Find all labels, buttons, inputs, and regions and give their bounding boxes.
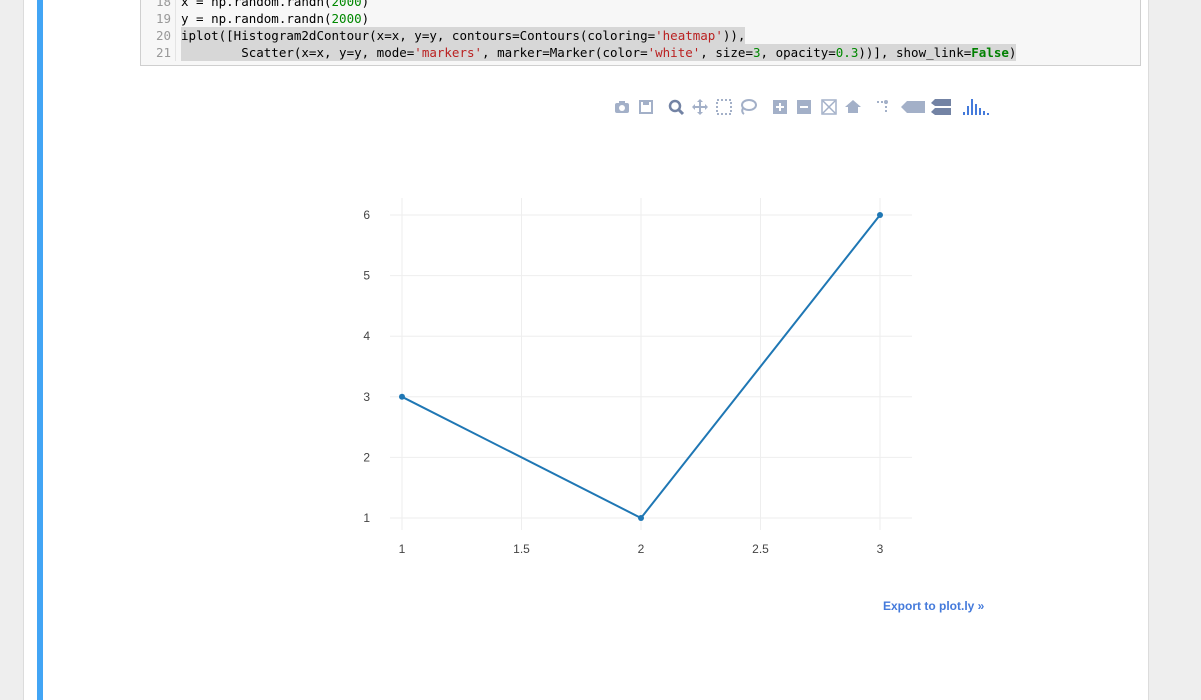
axis-ticks: 1 2 3 4 5 6 1 1.5 2 2.5 3 — [363, 208, 883, 556]
x-tick-label: 2 — [638, 542, 645, 556]
code-line: 19 y = np.random.randn(2000) — [141, 10, 1140, 27]
line-number: 21 — [141, 44, 176, 61]
data-point[interactable] — [399, 393, 405, 400]
y-tick-label: 4 — [363, 329, 370, 343]
y-tick-label: 5 — [363, 269, 370, 283]
x-tick-label: 2.5 — [752, 542, 769, 556]
autoscale-icon[interactable] — [819, 96, 839, 118]
selected-cell-indicator — [37, 0, 43, 700]
code-text: y = np.random.randn(2000) — [181, 11, 370, 26]
data-point[interactable] — [877, 212, 883, 218]
plotly-logo-icon[interactable] — [962, 96, 989, 118]
save-icon[interactable] — [636, 96, 656, 118]
code-line: 18 x = np.random.randn(2000) — [141, 0, 1140, 10]
grid-lines — [390, 198, 912, 530]
code-text: iplot([Histogram2dContour(x=x, y=y, cont… — [181, 27, 746, 44]
camera-icon[interactable] — [612, 96, 632, 118]
code-line: 21 Scatter(x=x, y=y, mode='markers', mar… — [141, 44, 1140, 61]
data-point[interactable] — [638, 515, 644, 521]
zoom-icon[interactable] — [666, 96, 686, 118]
code-line: 20 iplot([Histogram2dContour(x=x, y=y, c… — [141, 27, 1140, 44]
modebar — [612, 96, 992, 118]
y-tick-label: 3 — [363, 390, 370, 404]
export-to-plotly-link[interactable]: Export to plot.ly » — [883, 599, 984, 613]
line-number: 18 — [141, 0, 176, 10]
x-tick-label: 1.5 — [513, 542, 530, 556]
y-tick-label: 1 — [363, 511, 370, 525]
x-tick-label: 1 — [399, 542, 406, 556]
x-tick-label: 3 — [877, 542, 884, 556]
line-number: 20 — [141, 27, 176, 44]
code-cell[interactable]: 18 x = np.random.randn(2000) 19 y = np.r… — [140, 0, 1141, 66]
hover-closest-icon[interactable] — [900, 96, 925, 118]
zoom-in-icon[interactable] — [770, 96, 790, 118]
pan-icon[interactable] — [690, 96, 710, 118]
code-text: Scatter(x=x, y=y, mode='markers', marker… — [181, 44, 1017, 61]
code-text: x = np.random.randn(2000) — [181, 0, 370, 9]
hover-compare-icon[interactable] — [930, 96, 951, 118]
box-select-icon[interactable] — [714, 96, 734, 118]
y-tick-label: 6 — [363, 208, 370, 222]
line-number: 19 — [141, 10, 176, 27]
zoom-out-icon[interactable] — [794, 96, 814, 118]
reset-axes-icon[interactable] — [843, 96, 863, 118]
spike-lines-icon[interactable] — [873, 96, 893, 118]
lasso-select-icon[interactable] — [738, 96, 758, 118]
y-tick-label: 2 — [363, 450, 370, 464]
line-chart[interactable]: 1 2 3 4 5 6 1 1.5 2 2.5 3 — [330, 180, 950, 580]
